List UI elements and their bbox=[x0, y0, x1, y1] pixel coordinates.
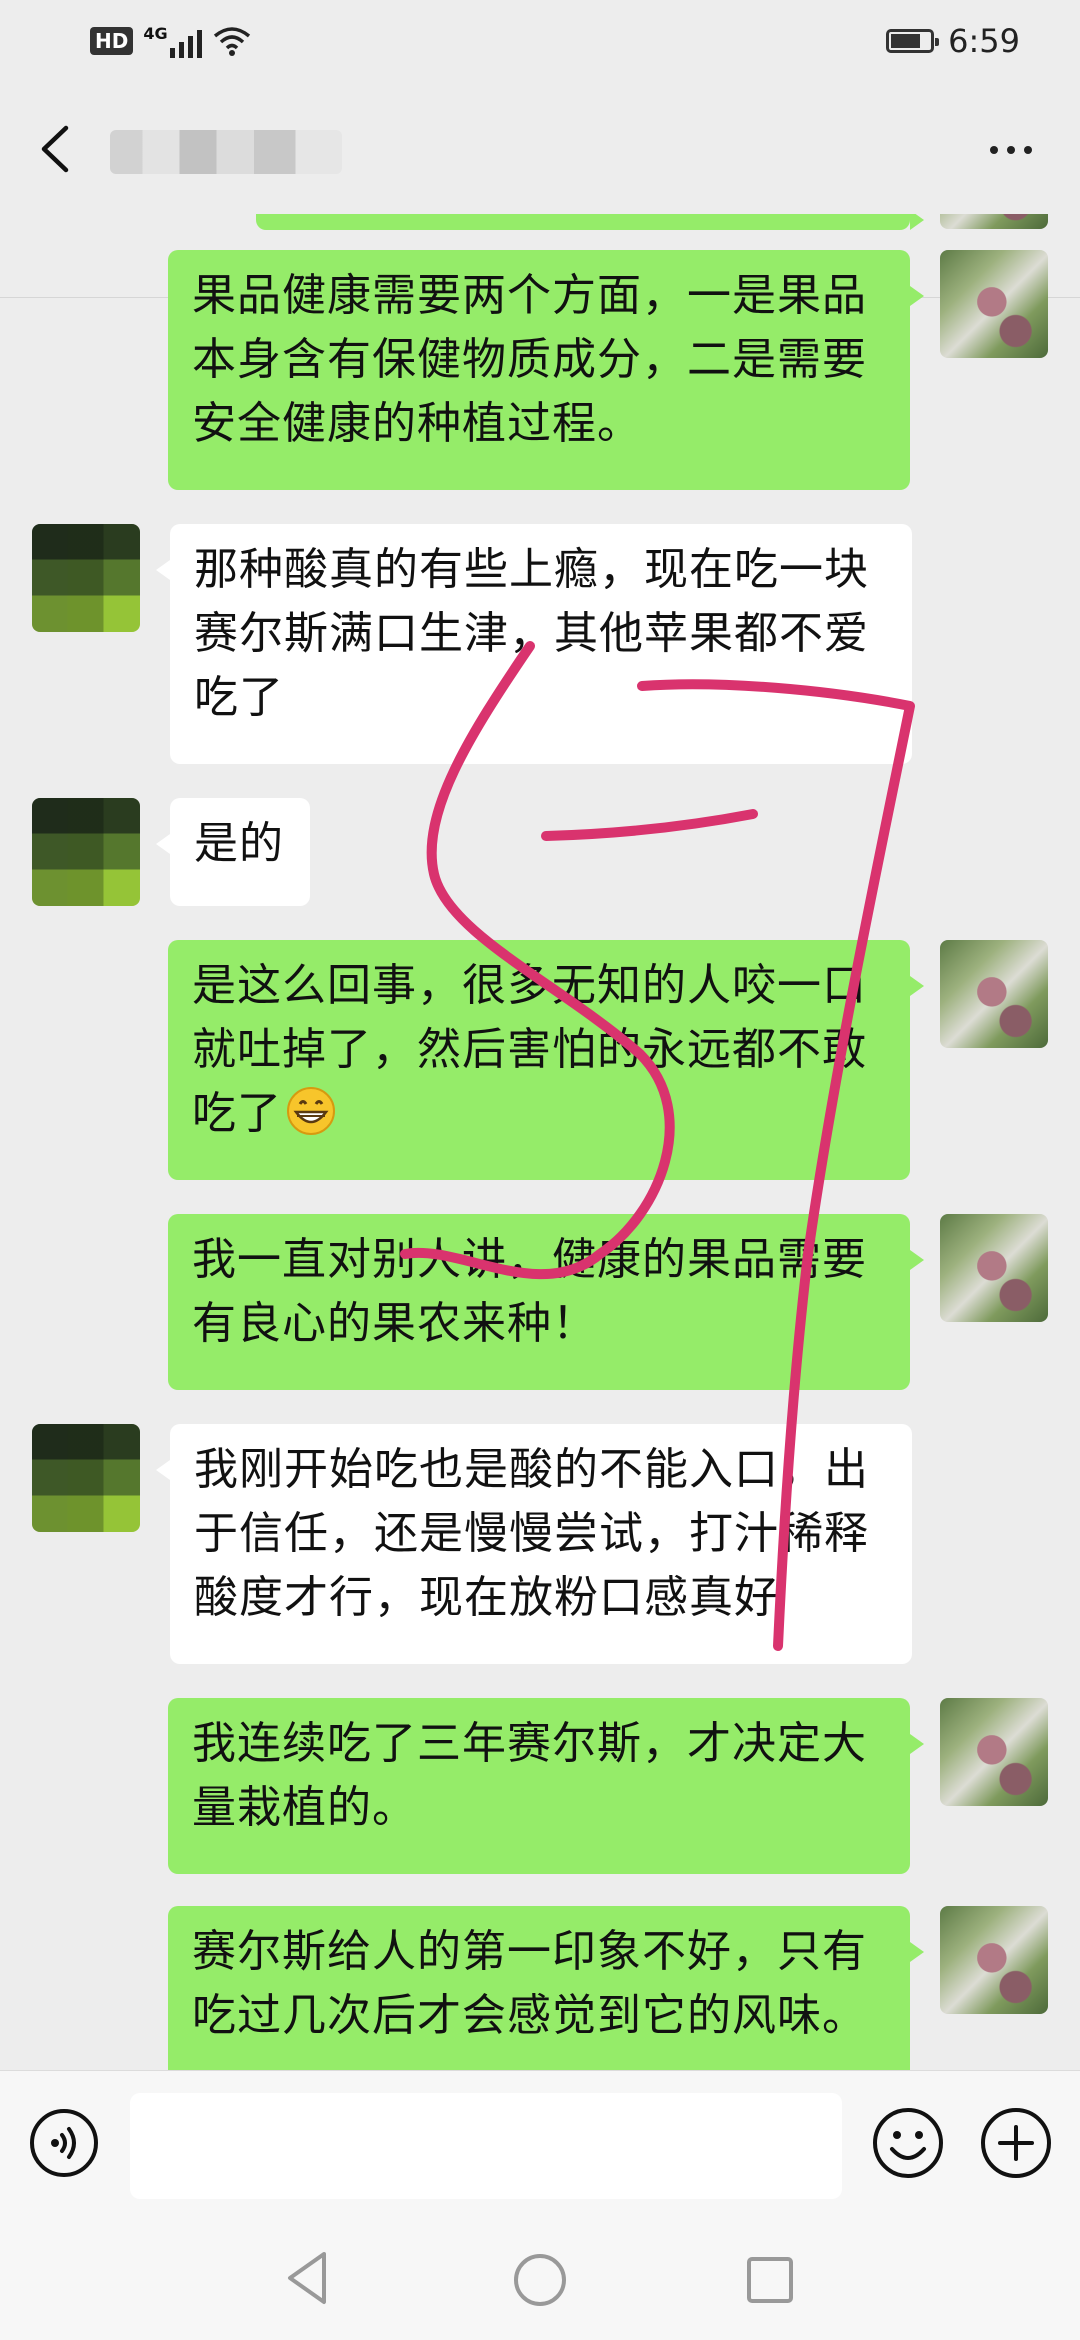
wifi-icon bbox=[213, 27, 250, 56]
message-input[interactable] bbox=[130, 2093, 842, 2199]
avatar[interactable] bbox=[940, 940, 1048, 1048]
message-bubble[interactable]: 我连续吃了三年赛尔斯，才决定大量栽植的。 bbox=[168, 1698, 924, 1874]
message-bubble[interactable]: 果品健康需要两个方面，一是果品本身含有保健物质成分，二是需要安全健康的种植过程。 bbox=[168, 250, 924, 490]
message-bubble[interactable]: 那种酸真的有些上瘾，现在吃一块赛尔斯满口生津，其他苹果都不爱吃了 bbox=[156, 524, 912, 764]
avatar[interactable] bbox=[940, 1906, 1048, 2014]
message-bubble[interactable]: 我刚开始吃也是酸的不能入口，出于信任，还是慢慢尝试，打汁稀释酸度才行，现在放粉口… bbox=[156, 1424, 912, 1664]
message-bubble[interactable]: 是的 bbox=[156, 798, 310, 906]
avatar[interactable] bbox=[32, 1424, 140, 1532]
message-bubble[interactable]: 是这么回事，很多无知的人咬一口就吐掉了，然后害怕的永远都不敢吃了 bbox=[168, 940, 924, 1180]
status-right: 6:59 bbox=[886, 22, 1020, 60]
contact-name-blurred bbox=[110, 130, 342, 174]
avatar[interactable] bbox=[940, 250, 1048, 358]
message-bubble[interactable]: 赛尔斯给人的第一印象不好，只有吃过几次后才会感觉到它的风味。 bbox=[168, 1906, 924, 2070]
plus-icon[interactable] bbox=[978, 2105, 1054, 2181]
nav-home-icon[interactable] bbox=[512, 2252, 568, 2308]
status-bar: HD 4G 6:59 bbox=[0, 0, 1080, 84]
hd-badge: HD bbox=[90, 27, 134, 55]
avatar[interactable] bbox=[940, 1698, 1048, 1806]
emoji-icon[interactable] bbox=[870, 2105, 946, 2181]
avatar[interactable] bbox=[32, 798, 140, 906]
avatar[interactable] bbox=[940, 1214, 1048, 1322]
system-nav-bar bbox=[0, 2220, 1080, 2340]
nav-back-icon[interactable] bbox=[282, 2248, 332, 2308]
nav-recents-icon[interactable] bbox=[744, 2254, 796, 2306]
avatar[interactable] bbox=[940, 214, 1048, 229]
chat-area[interactable]: 果品健康需要两个方面，一是果品本身含有保健物质成分，二是需要安全健康的种植过程。… bbox=[0, 214, 1080, 2070]
chevron-left-icon[interactable] bbox=[36, 124, 76, 174]
input-bar bbox=[0, 2070, 1080, 2221]
status-time: 6:59 bbox=[948, 22, 1020, 60]
voice-icon[interactable] bbox=[28, 2107, 100, 2179]
status-left: HD 4G bbox=[90, 24, 252, 58]
more-dots-icon[interactable] bbox=[990, 146, 1032, 154]
message-bubble[interactable]: 我一直对别人讲，健康的果品需要有良心的果农来种！ bbox=[168, 1214, 924, 1390]
grin-emoji-icon bbox=[287, 1087, 335, 1135]
network-type: 4G bbox=[143, 24, 168, 43]
battery-icon bbox=[886, 29, 940, 53]
signal-icon: 4G bbox=[143, 24, 202, 58]
avatar[interactable] bbox=[32, 524, 140, 632]
previous-message-partial bbox=[256, 214, 924, 230]
chat-header bbox=[0, 84, 1080, 298]
